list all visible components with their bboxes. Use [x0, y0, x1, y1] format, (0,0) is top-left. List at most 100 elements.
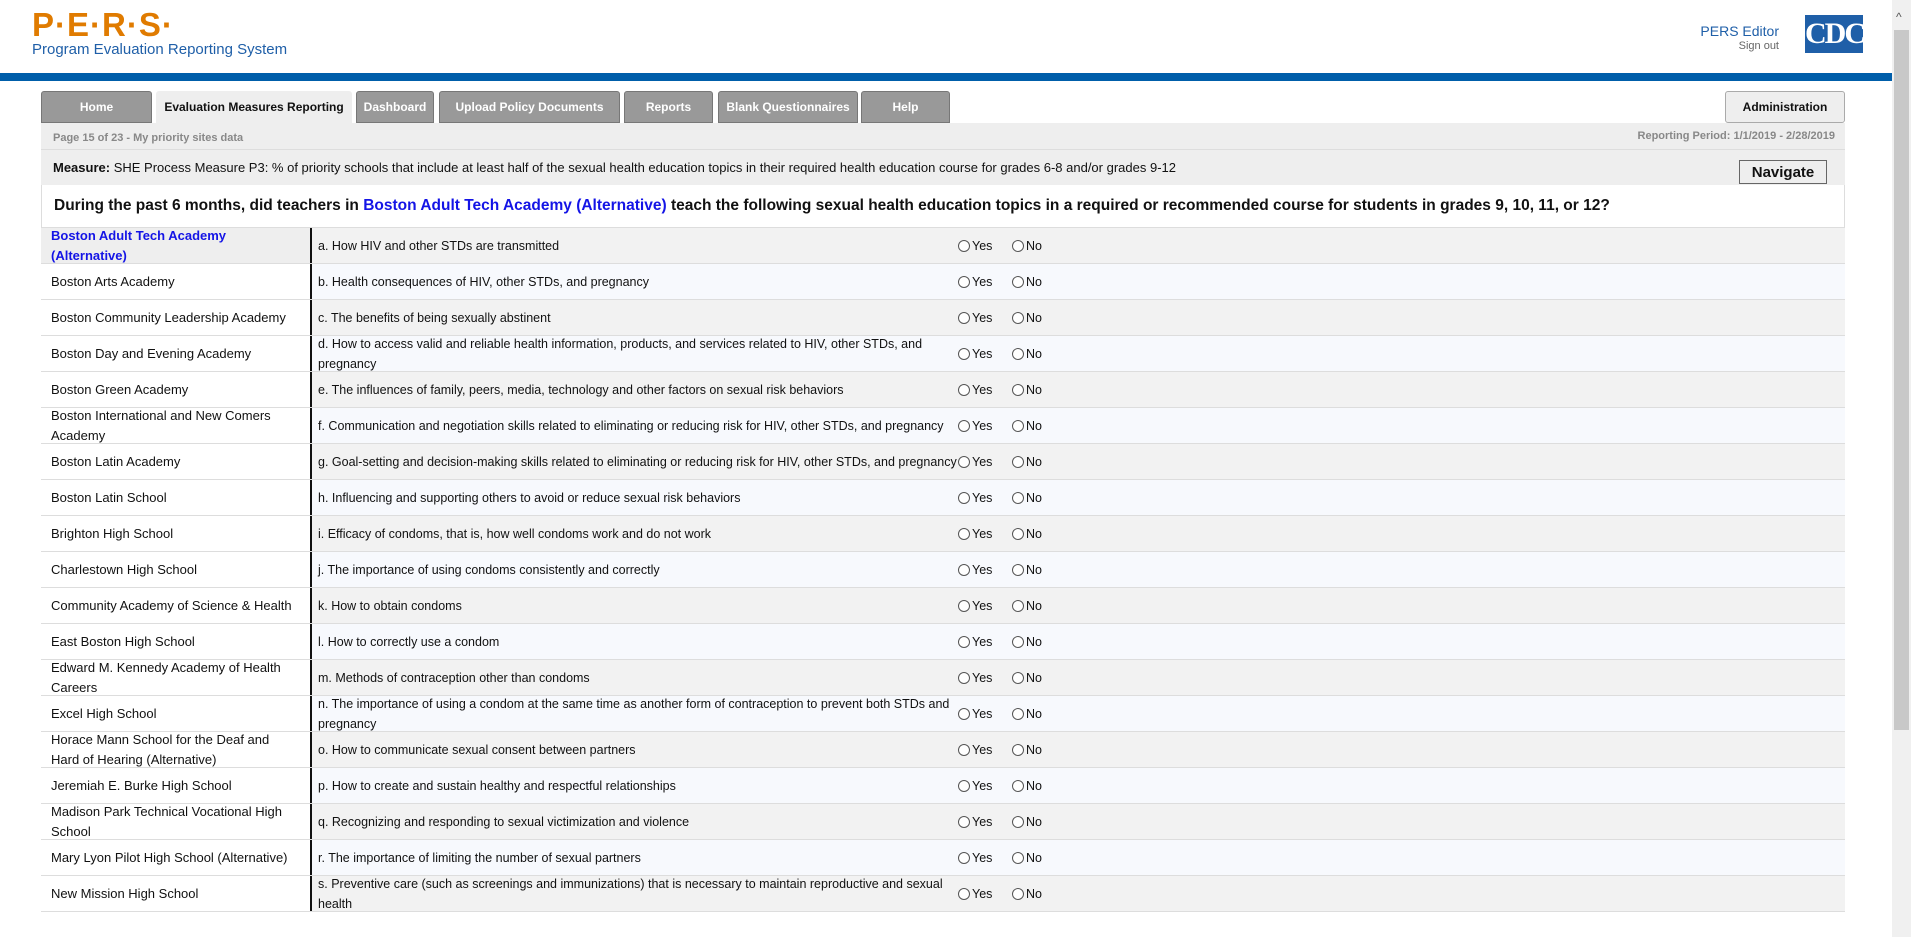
no-radio[interactable]: No	[1012, 380, 1066, 400]
no-radio[interactable]: No	[1012, 668, 1066, 688]
radio-icon[interactable]	[958, 599, 970, 612]
site-item[interactable]: Brighton High School	[41, 516, 312, 551]
radio-icon[interactable]	[1012, 671, 1024, 684]
radio-icon[interactable]	[1012, 635, 1024, 648]
radio-icon[interactable]	[1012, 707, 1024, 720]
yes-radio[interactable]: Yes	[958, 632, 1012, 652]
radio-icon[interactable]	[958, 743, 970, 756]
no-radio[interactable]: No	[1012, 524, 1066, 544]
no-radio[interactable]: No	[1012, 632, 1066, 652]
site-item[interactable]: Edward M. Kennedy Academy of Health Care…	[41, 660, 312, 695]
scrollbar-thumb[interactable]	[1894, 30, 1909, 730]
no-radio[interactable]: No	[1012, 596, 1066, 616]
radio-icon[interactable]	[958, 347, 970, 360]
yes-radio[interactable]: Yes	[958, 704, 1012, 724]
yes-radio[interactable]: Yes	[958, 848, 1012, 868]
radio-icon[interactable]	[958, 455, 970, 468]
sign-out-link[interactable]: Sign out	[1700, 40, 1779, 52]
navigate-button[interactable]: Navigate	[1739, 160, 1827, 184]
site-item[interactable]: Boston Latin Academy	[41, 444, 312, 479]
radio-icon[interactable]	[1012, 491, 1024, 504]
radio-icon[interactable]	[1012, 347, 1024, 360]
tab-blank-questionnaires[interactable]: Blank Questionnaires	[718, 91, 858, 123]
no-radio[interactable]: No	[1012, 812, 1066, 832]
site-item[interactable]: Boston Green Academy	[41, 372, 312, 407]
radio-icon[interactable]	[958, 383, 970, 396]
yes-radio[interactable]: Yes	[958, 452, 1012, 472]
yes-radio[interactable]: Yes	[958, 560, 1012, 580]
radio-icon[interactable]	[958, 851, 970, 864]
yes-radio[interactable]: Yes	[958, 740, 1012, 760]
radio-icon[interactable]	[958, 419, 970, 432]
radio-icon[interactable]	[1012, 743, 1024, 756]
yes-radio[interactable]: Yes	[958, 380, 1012, 400]
no-radio[interactable]: No	[1012, 236, 1066, 256]
site-item[interactable]: Madison Park Technical Vocational High S…	[41, 804, 312, 839]
radio-icon[interactable]	[1012, 311, 1024, 324]
site-item[interactable]: Horace Mann School for the Deaf and Hard…	[41, 732, 312, 767]
radio-icon[interactable]	[1012, 383, 1024, 396]
radio-icon[interactable]	[958, 671, 970, 684]
yes-radio[interactable]: Yes	[958, 884, 1012, 904]
site-item[interactable]: Boston Arts Academy	[41, 264, 312, 299]
no-radio[interactable]: No	[1012, 848, 1066, 868]
site-item[interactable]: Mary Lyon Pilot High School (Alternative…	[41, 840, 312, 875]
site-item[interactable]: Boston Community Leadership Academy	[41, 300, 312, 335]
radio-icon[interactable]	[1012, 779, 1024, 792]
yes-radio[interactable]: Yes	[958, 524, 1012, 544]
no-radio[interactable]: No	[1012, 704, 1066, 724]
radio-icon[interactable]	[958, 311, 970, 324]
site-item[interactable]: Jeremiah E. Burke High School	[41, 768, 312, 803]
tab-reports[interactable]: Reports	[624, 91, 713, 123]
radio-icon[interactable]	[1012, 275, 1024, 288]
pers-logo[interactable]: P·E·R·S·	[32, 6, 174, 44]
site-item[interactable]: Boston Latin School	[41, 480, 312, 515]
radio-icon[interactable]	[958, 887, 970, 900]
tab-evaluation-measures-reporting[interactable]: Evaluation Measures Reporting	[156, 91, 352, 123]
radio-icon[interactable]	[958, 527, 970, 540]
site-item[interactable]: Boston Adult Tech Academy (Alternative)	[41, 228, 312, 263]
no-radio[interactable]: No	[1012, 344, 1066, 364]
site-item[interactable]: Community Academy of Science & Health	[41, 588, 312, 623]
site-item[interactable]: New Mission High School	[41, 876, 312, 911]
site-item[interactable]: East Boston High School	[41, 624, 312, 659]
radio-icon[interactable]	[958, 635, 970, 648]
radio-icon[interactable]	[1012, 563, 1024, 576]
no-radio[interactable]: No	[1012, 416, 1066, 436]
scroll-up-icon[interactable]: ^	[1896, 10, 1902, 24]
yes-radio[interactable]: Yes	[958, 344, 1012, 364]
site-item[interactable]: Boston International and New Comers Acad…	[41, 408, 312, 443]
no-radio[interactable]: No	[1012, 452, 1066, 472]
radio-icon[interactable]	[1012, 815, 1024, 828]
no-radio[interactable]: No	[1012, 776, 1066, 796]
yes-radio[interactable]: Yes	[958, 668, 1012, 688]
yes-radio[interactable]: Yes	[958, 272, 1012, 292]
site-item[interactable]: Charlestown High School	[41, 552, 312, 587]
radio-icon[interactable]	[1012, 887, 1024, 900]
yes-radio[interactable]: Yes	[958, 488, 1012, 508]
site-item[interactable]: Boston Day and Evening Academy	[41, 336, 312, 371]
tab-upload-policy-documents[interactable]: Upload Policy Documents	[439, 91, 620, 123]
radio-icon[interactable]	[958, 491, 970, 504]
radio-icon[interactable]	[1012, 851, 1024, 864]
yes-radio[interactable]: Yes	[958, 308, 1012, 328]
tab-home[interactable]: Home	[41, 91, 152, 123]
radio-icon[interactable]	[1012, 455, 1024, 468]
site-item[interactable]: Excel High School	[41, 696, 312, 731]
radio-icon[interactable]	[958, 707, 970, 720]
no-radio[interactable]: No	[1012, 740, 1066, 760]
no-radio[interactable]: No	[1012, 884, 1066, 904]
vertical-scrollbar[interactable]: ^	[1892, 0, 1911, 937]
no-radio[interactable]: No	[1012, 272, 1066, 292]
radio-icon[interactable]	[1012, 599, 1024, 612]
tab-administration[interactable]: Administration	[1725, 91, 1845, 123]
radio-icon[interactable]	[1012, 239, 1024, 252]
radio-icon[interactable]	[958, 779, 970, 792]
radio-icon[interactable]	[958, 815, 970, 828]
tab-help[interactable]: Help	[861, 91, 950, 123]
radio-icon[interactable]	[958, 563, 970, 576]
radio-icon[interactable]	[958, 239, 970, 252]
no-radio[interactable]: No	[1012, 488, 1066, 508]
radio-icon[interactable]	[958, 275, 970, 288]
no-radio[interactable]: No	[1012, 308, 1066, 328]
